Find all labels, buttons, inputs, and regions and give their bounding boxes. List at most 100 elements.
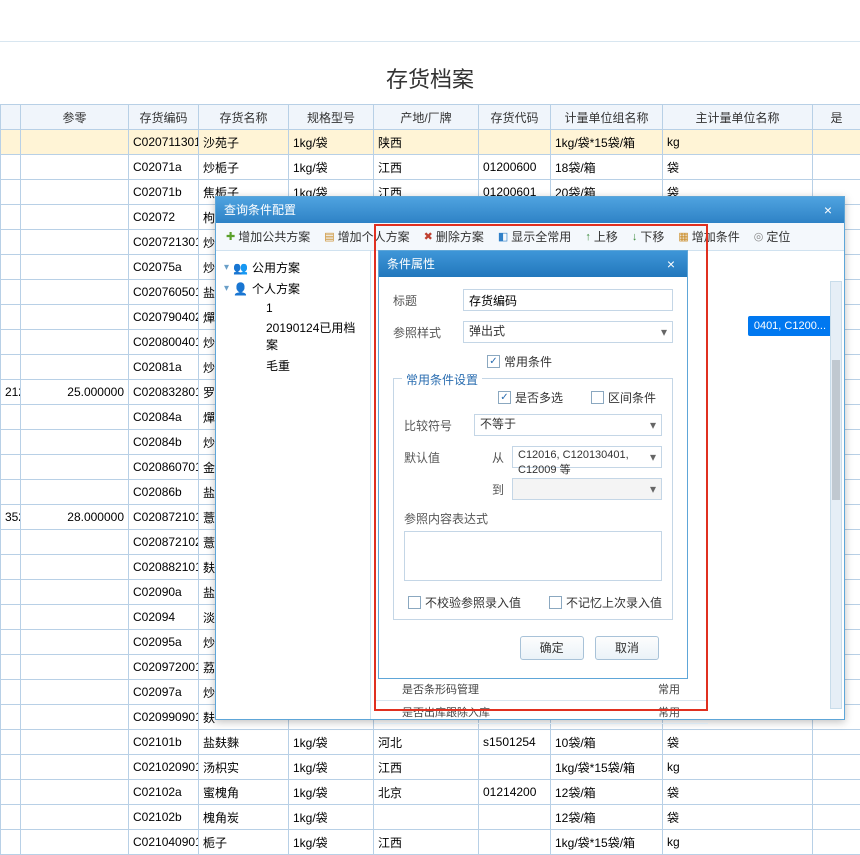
table-cell[interactable] [21,330,129,355]
table-cell[interactable] [21,280,129,305]
table-cell[interactable] [21,430,129,455]
table-cell[interactable]: C02084b [129,430,199,455]
table-cell[interactable] [1,780,21,805]
no-validate-checkbox[interactable]: 不校验参照录入值 [408,594,521,611]
table-cell[interactable] [1,830,21,855]
table-cell[interactable]: C020872101 [129,505,199,530]
table-row[interactable]: C02071a炒栀子1kg/袋江西0120060018袋/箱袋 [1,155,860,180]
table-cell[interactable]: C020800401 [129,330,199,355]
no-remember-checkbox[interactable]: 不记忆上次录入值 [549,594,662,611]
table-cell[interactable] [1,280,21,305]
table-cell[interactable]: 1kg/袋 [289,780,374,805]
close-icon[interactable]: × [820,197,836,223]
tree-personal-schemes[interactable]: ▾👤个人方案 [220,278,366,299]
tree-item-used-archive[interactable]: 20190124已用档案 [220,317,366,355]
table-cell[interactable] [813,780,860,805]
table-cell[interactable] [21,805,129,830]
table-cell[interactable]: 1kg/袋*15袋/箱 [551,755,663,780]
table-cell[interactable]: C02075a [129,255,199,280]
table-cell[interactable]: 18袋/箱 [551,155,663,180]
table-cell[interactable] [1,355,21,380]
table-cell[interactable] [1,630,21,655]
table-cell[interactable] [21,555,129,580]
table-cell[interactable]: 袋 [663,780,813,805]
col-origin[interactable]: 产地/厂牌 [374,105,479,130]
dialog-titlebar[interactable]: 查询条件配置 × [216,197,844,223]
table-cell[interactable]: C020860701 [129,455,199,480]
common-condition-checkbox[interactable]: ✓常用条件 [487,353,552,370]
table-cell[interactable]: 1kg/袋*15袋/箱 [551,830,663,855]
table-cell[interactable]: C020790402 [129,305,199,330]
add-public-scheme-button[interactable]: ✚增加公共方案 [220,225,316,248]
table-cell[interactable]: C02101b [129,730,199,755]
table-cell[interactable]: C021040901 [129,830,199,855]
table-cell[interactable]: 1kg/袋 [289,130,374,155]
table-cell[interactable] [21,780,129,805]
table-cell[interactable]: 陕西 [374,130,479,155]
table-cell[interactable]: C020882101 [129,555,199,580]
table-cell[interactable] [479,130,551,155]
multi-select-checkbox[interactable]: ✓是否多选 [498,389,563,406]
table-cell[interactable] [1,555,21,580]
table-cell[interactable] [1,130,21,155]
col-left[interactable] [1,105,21,130]
ok-button[interactable]: 确定 [520,636,584,660]
locate-button[interactable]: ◎定位 [748,225,797,248]
table-cell[interactable] [21,180,129,205]
table-cell[interactable] [1,530,21,555]
table-cell[interactable] [813,830,860,855]
table-cell[interactable]: C02081a [129,355,199,380]
table-cell[interactable] [21,155,129,180]
table-cell[interactable] [21,605,129,630]
table-cell[interactable]: 炒栀子 [199,155,289,180]
table-cell[interactable] [813,755,860,780]
table-cell[interactable] [813,130,860,155]
table-cell[interactable]: s1501254 [479,730,551,755]
table-row[interactable]: C021020901汤枳实1kg/袋江西1kg/袋*15袋/箱kg [1,755,860,780]
selected-values-chip[interactable]: 0401, C1200... [748,316,832,336]
table-cell[interactable] [21,455,129,480]
table-cell[interactable]: C020972001 [129,655,199,680]
table-cell[interactable]: C021020901 [129,755,199,780]
table-cell[interactable] [1,655,21,680]
table-cell[interactable]: C020872102 [129,530,199,555]
table-cell[interactable] [479,755,551,780]
table-cell[interactable]: 1kg/袋 [289,830,374,855]
table-cell[interactable] [21,630,129,655]
table-cell[interactable] [1,730,21,755]
table-cell[interactable] [813,155,860,180]
table-cell[interactable] [1,805,21,830]
scrollbar[interactable] [830,281,842,709]
ref-expr-textarea[interactable] [404,531,662,581]
table-cell[interactable]: 1kg/袋 [289,155,374,180]
table-cell[interactable] [1,305,21,330]
table-cell[interactable] [1,580,21,605]
table-cell[interactable] [813,805,860,830]
close-icon[interactable]: × [663,251,679,277]
table-cell[interactable]: C02072 [129,205,199,230]
table-cell[interactable]: kg [663,130,813,155]
col-group[interactable]: 计量单位组名称 [551,105,663,130]
inner-dialog-titlebar[interactable]: 条件属性 × [379,251,687,277]
table-cell[interactable] [479,830,551,855]
table-cell[interactable] [479,805,551,830]
table-cell[interactable] [813,730,860,755]
table-cell[interactable]: 槐角炭 [199,805,289,830]
range-condition-checkbox[interactable]: 区间条件 [591,389,656,406]
col-name[interactable]: 存货名称 [199,105,289,130]
table-cell[interactable]: C020711301 [129,130,199,155]
table-cell[interactable] [1,705,21,730]
tree-item-weight[interactable]: 毛重 [220,355,366,376]
table-cell[interactable] [21,305,129,330]
tree-item-1[interactable]: 1 [220,299,366,317]
cancel-button[interactable]: 取消 [595,636,659,660]
table-cell[interactable]: 江西 [374,830,479,855]
table-cell[interactable] [21,730,129,755]
table-cell[interactable]: 袋 [663,155,813,180]
table-cell[interactable]: C020990901 [129,705,199,730]
table-cell[interactable]: 1kg/袋 [289,730,374,755]
table-cell[interactable]: 栀子 [199,830,289,855]
table-cell[interactable] [21,705,129,730]
table-cell[interactable]: 江西 [374,755,479,780]
table-cell[interactable]: 沙苑子 [199,130,289,155]
